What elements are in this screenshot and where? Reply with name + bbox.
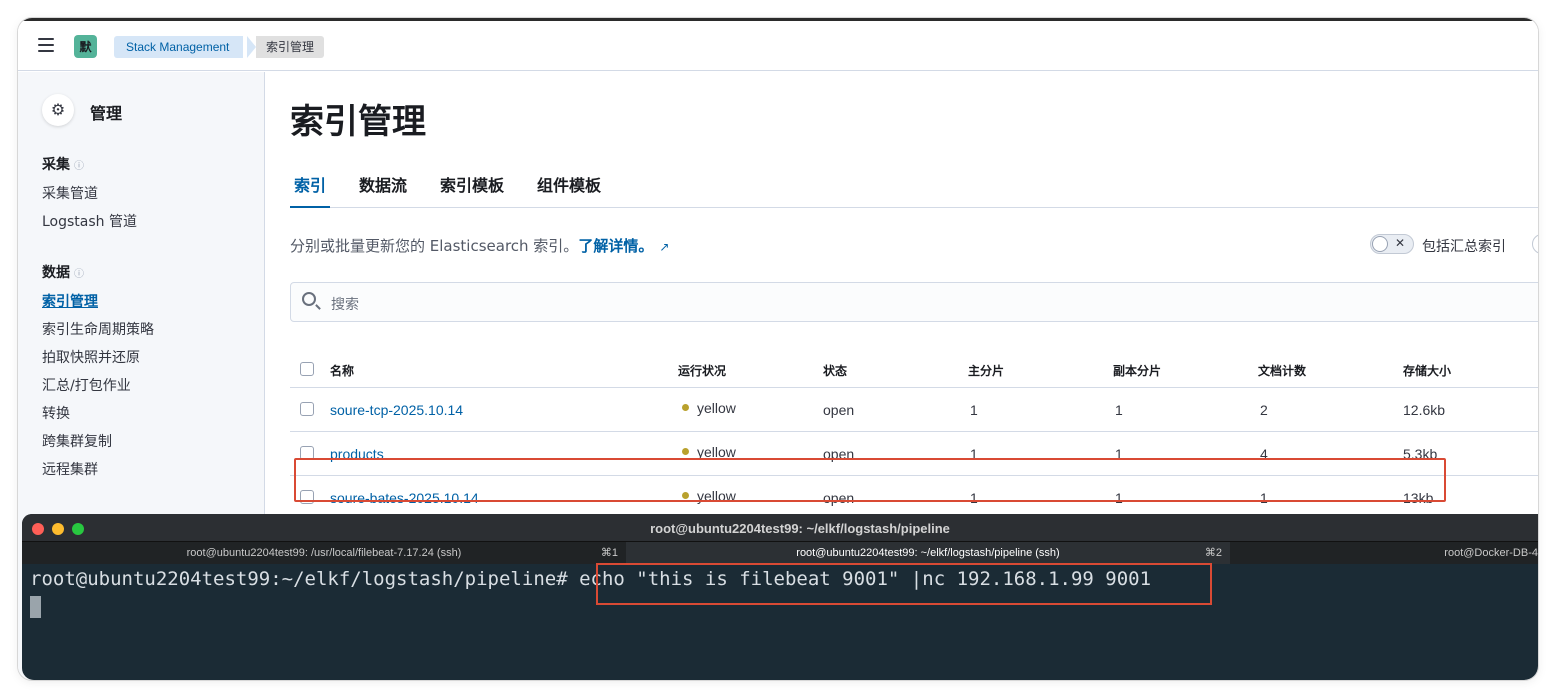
terminal-tab-bar: root@ubuntu2204test99: /usr/local/filebe… <box>22 542 1538 564</box>
column-header[interactable]: 运行状况 <box>678 362 726 379</box>
page-description: 分别或批量更新您的 Elasticsearch 索引。了解详情。 ↗ <box>290 237 670 255</box>
terminal-titlebar: root@ubuntu2204test99: ~/elkf/logstash/p… <box>22 514 1538 542</box>
sidebar-group-data: 数据 ⓘ <box>42 265 84 281</box>
highlight-annotation-command <box>596 563 1212 605</box>
terminal-title: root@ubuntu2204test99: ~/elkf/logstash/p… <box>650 521 950 536</box>
breadcrumb-index-management: 索引管理 <box>256 36 325 58</box>
health-dot <box>682 448 689 455</box>
column-header[interactable]: 名称 <box>330 362 354 379</box>
sidebar-item-ccr[interactable]: 跨集群复制 <box>42 431 112 451</box>
column-header[interactable]: 主分片 <box>968 362 1004 379</box>
column-header[interactable]: 文档计数 <box>1258 362 1306 379</box>
table-row: soure-tcp-2025.10.14 yellow open 1 1 2 1… <box>290 388 1538 432</box>
column-header[interactable]: 存储大小 <box>1403 362 1451 379</box>
sidebar-item-logstash-pipelines[interactable]: Logstash 管道 <box>42 211 137 231</box>
search-placeholder: 搜索 <box>331 297 359 313</box>
search-icon <box>302 292 316 306</box>
sidebar-item-ilm-policies[interactable]: 索引生命周期策略 <box>42 319 154 339</box>
gear-icon: ⚙ <box>42 94 74 126</box>
sidebar-title: 管理 <box>90 104 123 123</box>
breadcrumb-separator <box>247 36 256 58</box>
select-all-checkbox[interactable] <box>300 362 314 376</box>
breadcrumb-stack-management[interactable]: Stack Management <box>114 36 244 58</box>
sidebar-item-remote-clusters[interactable]: 远程集群 <box>42 459 98 479</box>
primary-cell: 1 <box>970 402 978 418</box>
kibana-header: 默 Stack Management 索引管理 <box>18 21 1538 71</box>
column-header[interactable]: 状态 <box>823 362 847 379</box>
terminal-tab-3[interactable]: root@Docker-DB-4 <box>1230 542 1538 564</box>
shell-prompt: root@ubuntu2204test99:~/elkf/logstash/pi… <box>30 568 568 590</box>
tab-data-streams[interactable]: 数据流 <box>359 172 407 208</box>
search-input[interactable]: 搜索 <box>290 282 1538 322</box>
row-checkbox[interactable] <box>300 402 314 416</box>
space-avatar[interactable]: 默 <box>74 35 97 58</box>
hidden-indices-toggle[interactable] <box>1532 234 1538 254</box>
highlight-annotation-row <box>294 458 1446 502</box>
column-header[interactable]: 副本分片 <box>1113 362 1161 379</box>
terminal-tab-1[interactable]: root@ubuntu2204test99: /usr/local/filebe… <box>22 542 626 564</box>
health-dot <box>682 404 689 411</box>
tab-indices[interactable]: 索引 <box>290 172 331 208</box>
docs-cell: 2 <box>1260 402 1268 418</box>
browser-window: 默 Stack Management 索引管理 ⚙ 管理 采集 ⓘ 采集管道 Lo… <box>18 18 1538 680</box>
page-title: 索引管理 <box>290 102 426 142</box>
status-cell: open <box>823 402 855 418</box>
replica-cell: 1 <box>1115 402 1123 418</box>
sidebar-item-transforms[interactable]: 转换 <box>42 403 70 423</box>
terminal-cursor <box>30 596 41 618</box>
index-name-link[interactable]: soure-tcp-2025.10.14 <box>330 402 463 418</box>
sidebar-item-index-management[interactable]: 索引管理 <box>42 291 98 311</box>
include-rollup-toggle[interactable]: ✕ <box>1370 234 1414 254</box>
sidebar-group-ingest: 采集 ⓘ <box>42 157 84 173</box>
include-rollup-label: 包括汇总索引 <box>1422 239 1506 255</box>
menu-icon[interactable] <box>38 38 54 52</box>
tab-component-templates[interactable]: 组件模板 <box>537 172 601 208</box>
external-link-icon: ↗ <box>659 240 670 254</box>
terminal-window: root@ubuntu2204test99: ~/elkf/logstash/p… <box>22 514 1538 680</box>
tab-index-templates[interactable]: 索引模板 <box>440 172 504 208</box>
size-cell: 12.6kb <box>1403 402 1446 418</box>
close-icon: ✕ <box>1395 236 1406 250</box>
tab-bar: 索引 数据流 索引模板 组件模板 <box>290 172 1538 208</box>
help-icon: ⓘ <box>74 269 84 280</box>
learn-more-link[interactable]: 了解详情。 <box>578 237 653 255</box>
sidebar-item-rollup-jobs[interactable]: 汇总/打包作业 <box>42 375 131 395</box>
table-header: 名称 运行状况 状态 主分片 副本分片 文档计数 存储大小 <box>290 338 1538 388</box>
health-cell: yellow <box>682 400 736 416</box>
sidebar-item-snapshot-restore[interactable]: 拍取快照并还原 <box>42 347 140 367</box>
sidebar-item-ingest-pipelines[interactable]: 采集管道 <box>42 183 98 203</box>
terminal-tab-2[interactable]: root@ubuntu2204test99: ~/elkf/logstash/p… <box>626 542 1230 564</box>
help-icon: ⓘ <box>74 161 84 172</box>
